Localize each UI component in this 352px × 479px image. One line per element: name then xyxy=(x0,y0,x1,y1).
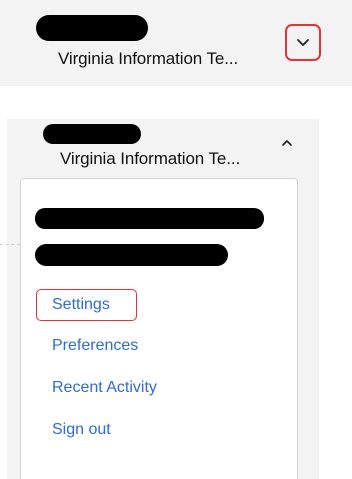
chevron-up-icon xyxy=(282,140,292,146)
organization-name: Virginia Information Te... xyxy=(58,49,239,68)
menu-item-recent-activity[interactable]: Recent Activity xyxy=(52,379,157,397)
account-dropdown-menu: Settings Preferences Recent Activity Sig… xyxy=(20,178,298,479)
chevron-down-icon xyxy=(297,39,309,46)
redacted-user-name xyxy=(36,15,148,41)
redacted-user-full-name xyxy=(35,208,264,229)
redacted-user-email xyxy=(35,244,228,266)
divider xyxy=(0,244,20,245)
menu-item-settings[interactable]: Settings xyxy=(36,289,137,321)
account-menu-toggle-button[interactable] xyxy=(285,24,321,61)
screenshot-canvas: Virginia Information Te... Virginia Info… xyxy=(0,0,352,479)
account-header-expanded: Virginia Information Te... Settings Pref… xyxy=(7,119,319,479)
organization-name: Virginia Information Te... xyxy=(60,149,241,168)
redacted-user-name xyxy=(43,124,141,144)
menu-item-preferences[interactable]: Preferences xyxy=(52,337,138,355)
account-header-collapsed: Virginia Information Te... xyxy=(0,0,352,86)
account-menu-toggle-button[interactable] xyxy=(277,133,297,153)
menu-item-sign-out[interactable]: Sign out xyxy=(52,421,111,439)
